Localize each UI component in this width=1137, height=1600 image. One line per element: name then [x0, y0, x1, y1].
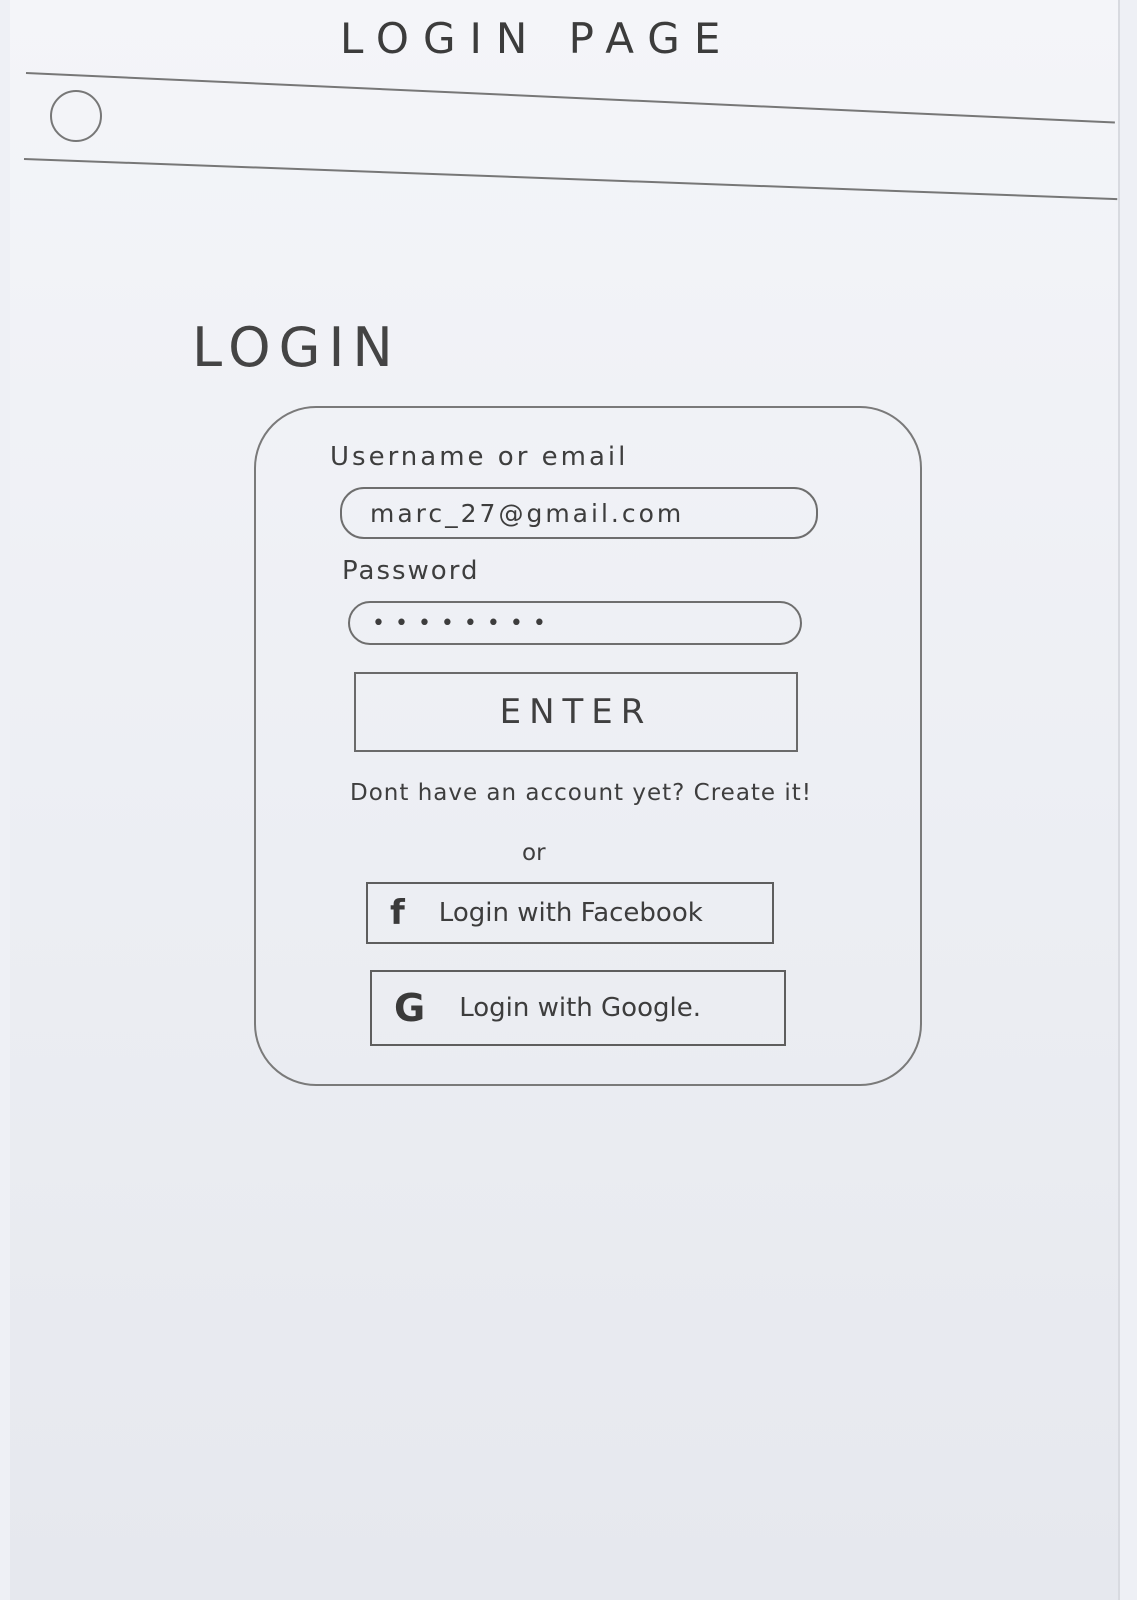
facebook-icon: f [390, 893, 405, 933]
username-email-input[interactable] [340, 487, 818, 539]
google-button-label: Login with Google. [459, 993, 701, 1023]
password-label: Password [342, 556, 480, 586]
login-with-google-button[interactable]: G Login with Google. [370, 970, 786, 1046]
facebook-button-label: Login with Facebook [438, 898, 703, 928]
login-with-facebook-button[interactable]: f Login with Facebook [366, 882, 774, 944]
page-title: LOGIN PAGE [340, 14, 735, 63]
circle-icon[interactable] [50, 90, 102, 142]
create-account-link[interactable]: Dont have an account yet? Create it! [350, 780, 812, 806]
password-input[interactable] [348, 601, 802, 645]
username-label: Username or email [330, 442, 629, 472]
or-separator: or [522, 840, 546, 866]
enter-button[interactable]: ENTER [354, 672, 798, 752]
login-heading: LOGIN [192, 316, 401, 379]
google-icon: G [394, 986, 426, 1030]
